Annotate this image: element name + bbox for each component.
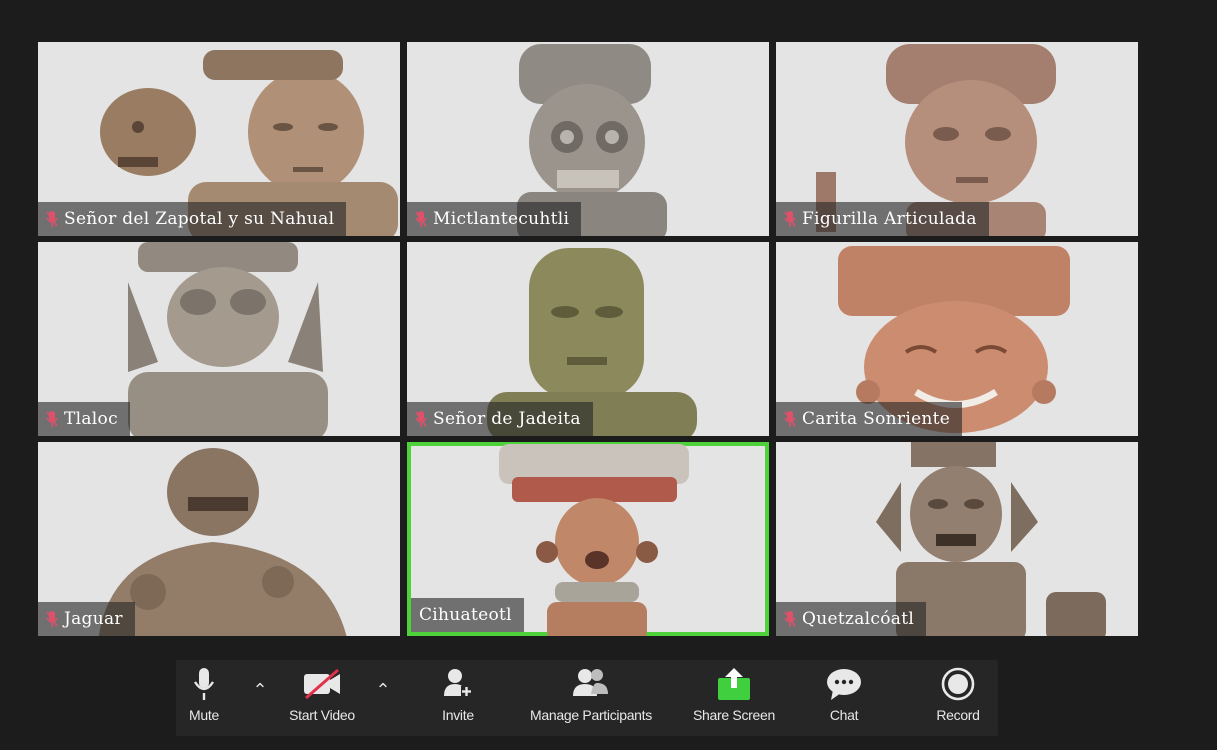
chat-button[interactable]: Chat xyxy=(822,660,866,736)
participant-tile[interactable]: Figurilla Articulada xyxy=(776,42,1138,236)
record-label: Record xyxy=(936,707,980,723)
participant-nameplate: Cihuateotl xyxy=(411,598,524,632)
muted-mic-icon xyxy=(46,411,58,427)
participant-tile[interactable]: Jaguar xyxy=(38,442,400,636)
participant-nameplate: Mictlantecuhtli xyxy=(407,202,582,236)
participant-tile-active-speaker[interactable]: Cihuateotl xyxy=(407,442,769,636)
participant-tile[interactable]: Carita Sonriente xyxy=(776,242,1138,436)
participant-name: Mictlantecuhtli xyxy=(433,209,570,229)
chat-label: Chat xyxy=(829,707,859,723)
share-screen-label: Share Screen xyxy=(692,707,775,723)
participant-nameplate: Señor del Zapotal y su Nahual xyxy=(38,202,347,236)
participant-tile[interactable]: Señor del Zapotal y su Nahual xyxy=(38,42,400,236)
participant-nameplate: Quetzalcóatl xyxy=(776,602,927,636)
participant-tile[interactable]: Mictlantecuhtli xyxy=(407,42,769,236)
participant-nameplate: Tlaloc xyxy=(38,402,130,436)
participant-name: Señor de Jadeita xyxy=(433,409,581,429)
invite-button[interactable]: Invite xyxy=(434,660,482,736)
meeting-toolbar: Mute ⌃ Start Video ⌃ Invite Manage Parti… xyxy=(176,660,998,736)
participant-nameplate: Señor de Jadeita xyxy=(407,402,593,436)
participant-nameplate: Jaguar xyxy=(38,602,135,636)
participant-nameplate: Carita Sonriente xyxy=(776,402,963,436)
muted-mic-icon xyxy=(46,211,58,227)
share-screen-icon xyxy=(718,668,750,700)
participants-icon xyxy=(573,669,608,696)
video-options-chevron-up-icon[interactable]: ⌃ xyxy=(373,680,393,700)
mute-button[interactable]: Mute xyxy=(182,660,226,736)
muted-mic-icon xyxy=(46,611,58,627)
participant-tile[interactable]: Tlaloc xyxy=(38,242,400,436)
video-camera-off-icon xyxy=(304,668,340,700)
muted-mic-icon xyxy=(415,411,427,427)
invite-person-icon xyxy=(444,669,472,697)
audio-options-chevron-up-icon[interactable]: ⌃ xyxy=(250,680,270,700)
participant-tile[interactable]: Señor de Jadeita xyxy=(407,242,769,436)
start-video-label: Start Video xyxy=(289,707,355,723)
participant-tile[interactable]: Quetzalcóatl xyxy=(776,442,1138,636)
invite-label: Invite xyxy=(442,707,474,723)
record-button[interactable]: Record xyxy=(932,660,984,736)
participant-name: Cihuateotl xyxy=(419,605,512,625)
share-screen-button[interactable]: Share Screen xyxy=(684,660,784,736)
microphone-icon xyxy=(193,668,215,700)
manage-participants-label: Manage Participants xyxy=(530,707,652,723)
participant-name: Tlaloc xyxy=(64,409,118,429)
muted-mic-icon xyxy=(784,611,796,627)
muted-mic-icon xyxy=(784,211,796,227)
mute-label: Mute xyxy=(189,707,219,723)
chat-bubble-icon xyxy=(827,669,861,700)
manage-participants-button[interactable]: Manage Participants xyxy=(516,660,666,736)
participant-nameplate: Figurilla Articulada xyxy=(776,202,989,236)
start-video-button[interactable]: Start Video xyxy=(280,660,364,736)
muted-mic-icon xyxy=(784,411,796,427)
muted-mic-icon xyxy=(415,211,427,227)
participant-name: Figurilla Articulada xyxy=(802,209,977,229)
participant-name: Carita Sonriente xyxy=(802,409,951,429)
video-grid: Señor del Zapotal y su Nahual Mictlantec… xyxy=(38,42,1138,636)
participant-name: Jaguar xyxy=(64,609,123,629)
participant-name: Quetzalcóatl xyxy=(802,609,915,629)
record-icon xyxy=(941,667,975,701)
participant-name: Señor del Zapotal y su Nahual xyxy=(64,209,335,229)
